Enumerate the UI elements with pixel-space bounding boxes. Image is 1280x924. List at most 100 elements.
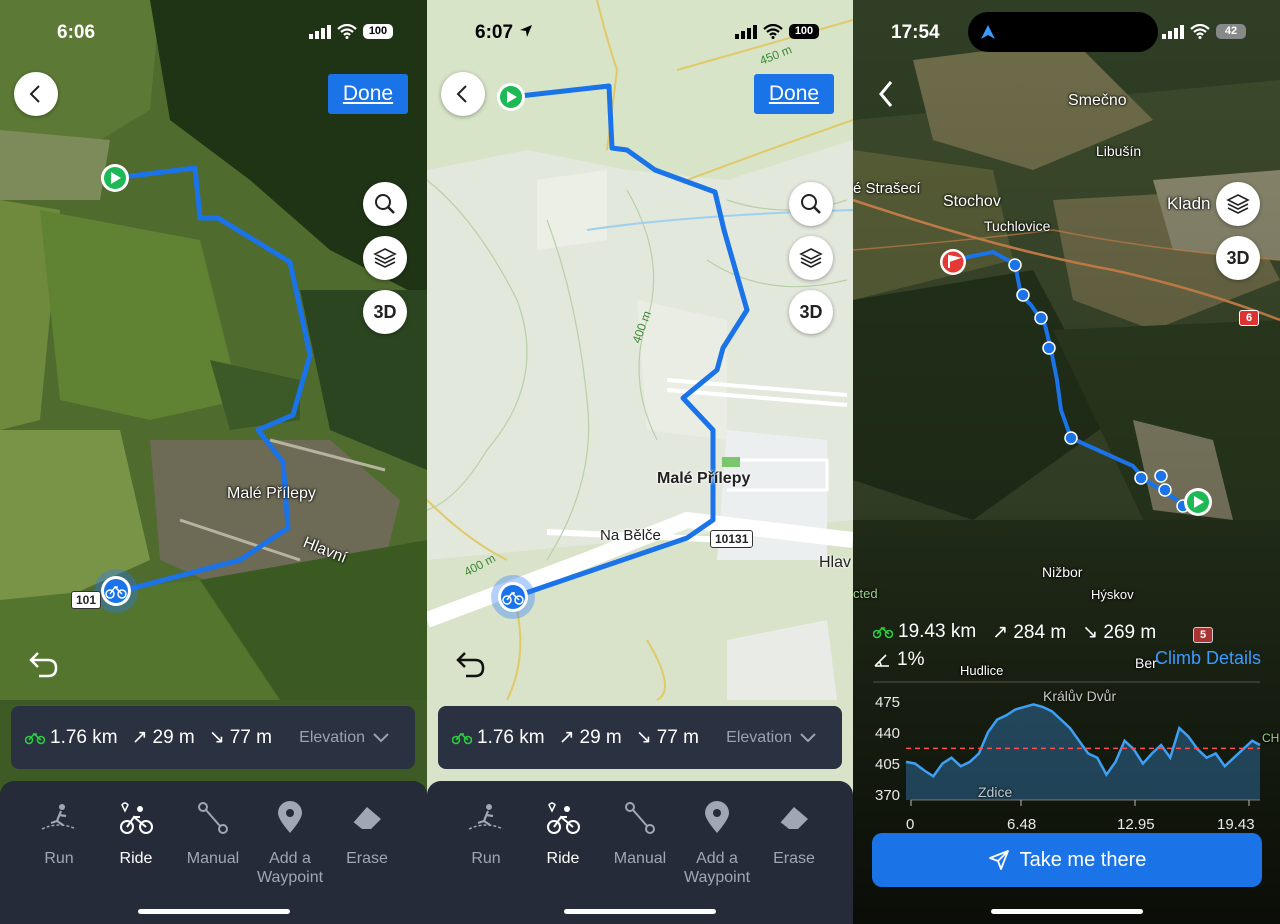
screen-route-3d: 17:54 42 3D Smečno Libušín é Strašecí St…: [853, 0, 1280, 924]
climb-details-link[interactable]: Climb Details: [1155, 648, 1261, 669]
tool-erase[interactable]: Erase: [754, 801, 834, 868]
tool-run[interactable]: Run: [19, 801, 99, 868]
run-icon: [41, 804, 77, 830]
map-label-smecno: Smečno: [1068, 92, 1127, 109]
map-label-strasec: é Strašecí: [853, 180, 921, 197]
y-tick-label: 405: [875, 756, 901, 773]
home-indicator: [990, 909, 1143, 914]
tool-manual[interactable]: Manual: [600, 801, 680, 868]
tool-manual[interactable]: Manual: [173, 801, 253, 868]
undo-icon[interactable]: [453, 646, 489, 682]
arrow-up-right-icon: ↗: [992, 621, 1014, 643]
distance-value: 19.43 km: [898, 621, 977, 642]
route-mode-toolbar: Run Ride Manual Add a Waypoint Erase: [0, 781, 427, 924]
eraser-icon: [779, 807, 808, 832]
grade-value: 1%: [897, 649, 925, 670]
layers-button[interactable]: [1216, 182, 1260, 226]
x-tick-label: 6.48: [1007, 816, 1037, 833]
map-label-zdice: Zdice: [978, 784, 1013, 800]
descent-stat: ↘ 77 m: [209, 726, 272, 749]
route-stats: 19.43 km ↗ 284 m ↘ 269 m 1%: [873, 620, 1156, 672]
undo-icon[interactable]: [26, 646, 62, 682]
map-label-nizbor: Nižbor: [1042, 564, 1083, 580]
elevation-dropdown[interactable]: Elevation: [726, 729, 816, 747]
map-label-cted: cted: [853, 586, 878, 601]
location-arrow-icon: [520, 25, 532, 37]
search-button[interactable]: [363, 182, 407, 226]
map-label-stochov: Stochov: [943, 193, 1001, 210]
tool-add-waypoint-label: Add a Waypoint: [683, 850, 751, 886]
descent-stat: ↘ 269 m: [1082, 621, 1156, 644]
x-tick-label: 0: [906, 816, 915, 833]
done-button[interactable]: Done: [328, 74, 408, 114]
descent-value: 77 m: [656, 726, 699, 748]
back-chevron-icon[interactable]: [877, 80, 897, 108]
map-label-kladno: Kladn: [1167, 194, 1211, 213]
back-button[interactable]: [441, 72, 485, 116]
manual-icon: [625, 802, 655, 834]
run-icon: [468, 804, 504, 830]
road-number-badge: 10131: [710, 530, 754, 548]
route-mode-toolbar: Run Ride Manual Add a Waypoint Erase: [427, 781, 853, 924]
descent-value: 269 m: [1103, 621, 1157, 643]
elevation-label: Elevation: [299, 728, 365, 746]
home-indicator: [137, 909, 290, 914]
tool-manual-label: Manual: [186, 850, 240, 867]
tool-erase[interactable]: Erase: [327, 801, 407, 868]
layers-button[interactable]: [789, 236, 833, 280]
status-bar: 6:06 100: [0, 18, 427, 48]
take-me-there-button[interactable]: Take me there: [872, 833, 1262, 887]
distance-stat: 19.43 km: [873, 621, 976, 643]
manual-icon: [198, 802, 228, 834]
battery-indicator: 100: [789, 24, 819, 39]
done-button[interactable]: Done: [754, 74, 834, 114]
ascent-stat: ↗ 29 m: [132, 726, 195, 749]
tool-manual-label: Manual: [613, 850, 667, 867]
route-stats-bar[interactable]: 1.76 km ↗ 29 m ↘ 77 m Elevation: [11, 706, 415, 769]
home-indicator: [564, 909, 716, 914]
layers-button[interactable]: [363, 236, 407, 280]
road-badge-6: 6: [1239, 310, 1260, 326]
status-time: 6:06: [57, 22, 96, 43]
map-label-libusin: Libušín: [1096, 143, 1142, 159]
back-button[interactable]: [14, 72, 58, 116]
3d-toggle-button[interactable]: 3D: [789, 290, 833, 334]
tool-run[interactable]: Run: [446, 801, 526, 868]
layers-icon: [799, 248, 823, 268]
search-button[interactable]: [789, 182, 833, 226]
layers-icon: [373, 248, 397, 268]
map-label-road: Hlav: [819, 554, 852, 571]
distance-stat: 1.76 km: [25, 727, 118, 749]
arrow-up-right-icon: ↗: [131, 727, 148, 748]
3d-toggle-button[interactable]: 3D: [1216, 236, 1260, 280]
tool-add-waypoint[interactable]: Add a Waypoint: [250, 801, 330, 887]
tool-add-waypoint[interactable]: Add a Waypoint: [677, 801, 757, 887]
ascent-stat: ↗ 284 m: [992, 621, 1066, 644]
status-time: 17:54: [891, 22, 940, 43]
x-tick-label: 19.43: [1217, 816, 1255, 833]
ascent-value: 284 m: [1013, 621, 1067, 643]
tool-ride[interactable]: Ride: [96, 801, 176, 868]
map-label-street: Na Bělče: [600, 527, 661, 544]
wifi-icon: [337, 24, 357, 39]
search-icon: [375, 194, 395, 214]
chevron-left-icon: [29, 85, 40, 103]
layers-icon: [1226, 194, 1250, 214]
3d-satellite-map[interactable]: [853, 0, 1280, 924]
map-label-village: Malé Přílepy: [657, 470, 751, 487]
finish-flag-marker-icon: [940, 249, 966, 275]
cellular-signal-icon: [1162, 24, 1184, 39]
tool-add-waypoint-label: Add a Waypoint: [256, 850, 324, 886]
status-bar: 17:54 42: [853, 18, 1280, 48]
bike-icon: [452, 732, 472, 744]
y-tick-label: 475: [875, 694, 901, 711]
map-label-village: Malé Přílepy: [227, 485, 316, 502]
route-stats-bar[interactable]: 1.76 km ↗ 29 m ↘ 77 m Elevation: [438, 706, 842, 769]
wifi-icon: [763, 24, 783, 39]
cellular-signal-icon: [735, 24, 757, 39]
descent-value: 77 m: [229, 726, 272, 748]
elevation-dropdown[interactable]: Elevation: [299, 729, 389, 747]
road-number-badge: 101: [71, 591, 102, 609]
tool-ride[interactable]: Ride: [523, 801, 603, 868]
3d-toggle-button[interactable]: 3D: [363, 290, 407, 334]
